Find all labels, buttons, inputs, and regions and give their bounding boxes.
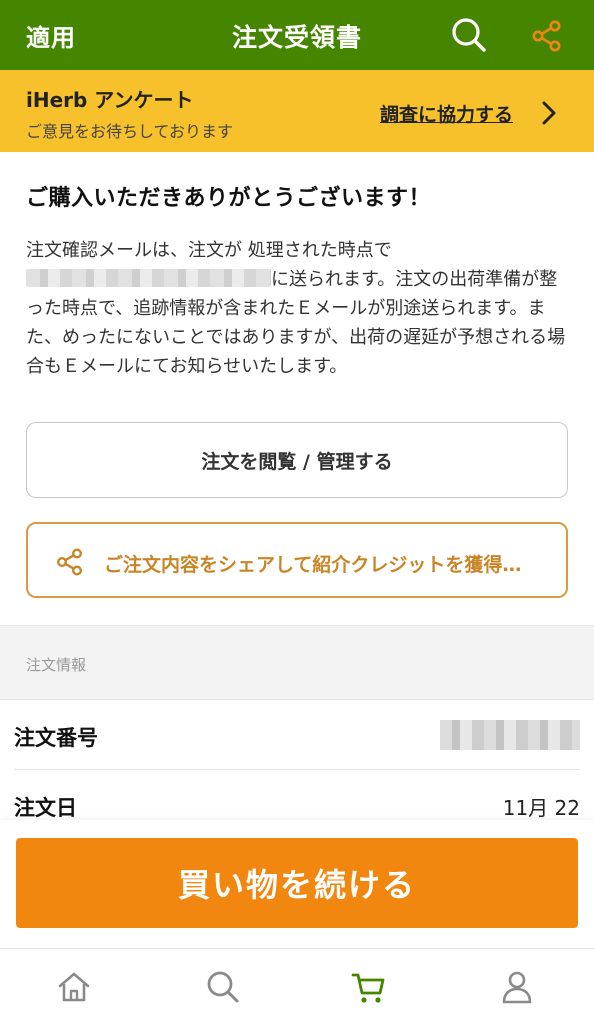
manage-orders-button[interactable]: 注文を閲覧 / 管理する xyxy=(26,422,568,498)
order-info-label: 注文情報 xyxy=(26,656,87,674)
survey-title: iHerb アンケート xyxy=(26,88,194,112)
share-icon[interactable] xyxy=(531,20,563,52)
search-icon[interactable] xyxy=(450,16,488,54)
user-icon[interactable] xyxy=(497,967,537,1007)
confirmation-text-line1: 注文確認メールは、注文が 処理された時点で xyxy=(26,240,392,261)
order-number-row: 注文番号 xyxy=(14,700,580,770)
order-info-header: 注文情報 xyxy=(0,625,594,700)
bottom-tab-bar xyxy=(0,948,594,1024)
redacted-email xyxy=(26,269,271,287)
survey-banner[interactable]: iHerb アンケート ご意見をお待ちしております 調査に協力する xyxy=(0,70,594,152)
continue-shopping-button[interactable]: 買い物を続ける xyxy=(16,838,578,928)
order-number-label: 注文番号 xyxy=(14,726,98,750)
order-date-row: 注文日 11月 22 xyxy=(14,770,580,822)
cta-container: 買い物を続ける xyxy=(0,820,594,948)
page-title: 注文受領書 xyxy=(231,23,362,52)
cart-icon[interactable] xyxy=(349,967,389,1007)
manage-orders-label: 注文を閲覧 / 管理する xyxy=(201,450,393,473)
chevron-right-icon[interactable] xyxy=(538,100,560,126)
home-icon[interactable] xyxy=(54,967,94,1007)
order-date-value: 11月 22 xyxy=(502,796,580,820)
thanks-heading: ご購入いただきありがとうございます！ xyxy=(26,186,432,211)
survey-subtitle: ご意見をお待ちしております xyxy=(26,122,234,141)
share-icon xyxy=(57,548,83,576)
continue-shopping-label: 買い物を続ける xyxy=(177,866,416,904)
search-tab-icon[interactable] xyxy=(203,967,243,1007)
survey-link[interactable]: 調査に協力する xyxy=(380,100,513,127)
share-referral-label: ご注文内容をシェアして紹介クレジットを獲得… xyxy=(104,554,522,576)
app-header: 適用 注文受領書 xyxy=(0,0,594,70)
order-date-label: 注文日 xyxy=(14,796,77,820)
confirmation-text: 注文確認メールは、注文が 処理された時点で に送られます。注文の出荷準備が整った… xyxy=(26,236,571,381)
apply-button[interactable]: 適用 xyxy=(26,18,76,53)
redacted-order-number xyxy=(440,720,580,750)
share-referral-button[interactable]: ご注文内容をシェアして紹介クレジットを獲得… xyxy=(26,522,568,598)
